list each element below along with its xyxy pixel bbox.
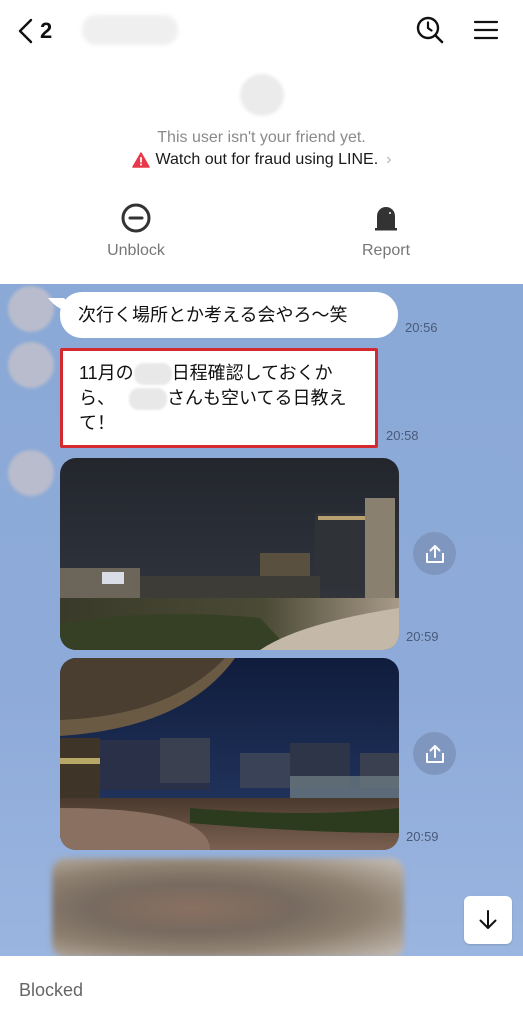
message-bubble-highlighted[interactable]: 11月の 日程確認しておくか ら、 さんも空いてる日教え て！ — [60, 348, 378, 448]
blocked-status-text: Blocked — [19, 980, 84, 1000]
message-time: 20:59 — [406, 829, 439, 844]
arrow-down-icon — [479, 910, 497, 929]
fraud-warning-link[interactable]: Watch out for fraud using LINE. › — [0, 151, 523, 169]
report-label: Report — [361, 242, 411, 259]
report-button[interactable]: Report — [326, 202, 446, 260]
message-line: ら、 さんも空いてる日教え — [79, 386, 359, 411]
redacted-text — [129, 388, 167, 411]
redacted-text — [133, 363, 172, 386]
back-button[interactable]: 2 — [16, 14, 52, 48]
chat-header: 2 — [0, 0, 523, 62]
profile-picture-redacted — [240, 74, 284, 116]
scroll-to-bottom-button[interactable] — [464, 896, 512, 944]
message-text: 11月の — [79, 363, 134, 383]
message-text: 次行く場所とか考える会やろ〜笑 — [78, 305, 348, 325]
night-rooftop-photo — [60, 458, 399, 650]
image-message[interactable] — [60, 658, 399, 850]
night-terrace-photo — [60, 658, 399, 850]
sender-avatar[interactable] — [8, 342, 54, 388]
sender-avatar[interactable] — [8, 286, 54, 332]
non-friend-info-panel: This user isn't your friend yet. Watch o… — [0, 62, 523, 284]
message-time: 20:59 — [406, 629, 439, 644]
message-line: 11月の 日程確認しておくか — [79, 361, 359, 386]
hamburger-menu-icon — [473, 20, 499, 40]
unblock-button[interactable]: Unblock — [76, 202, 196, 260]
share-icon — [425, 744, 444, 763]
message-time: 20:56 — [405, 320, 438, 335]
menu-button[interactable] — [470, 14, 502, 46]
warning-triangle-icon — [131, 152, 150, 168]
message-bubble[interactable]: 次行く場所とか考える会やろ〜笑 — [60, 292, 398, 338]
contact-name-redacted — [82, 15, 178, 45]
image-message[interactable] — [60, 458, 399, 650]
search-button[interactable] — [414, 14, 446, 46]
share-button[interactable] — [413, 532, 456, 575]
sender-avatar[interactable] — [8, 450, 54, 496]
chat-message-area[interactable]: 次行く場所とか考える会やろ〜笑 20:56 11月の 日程確認しておくか ら、 さん… — [0, 284, 523, 956]
fraud-warning-text: Watch out for fraud using LINE. — [155, 151, 379, 168]
message-time: 20:58 — [386, 428, 419, 443]
image-message-redacted[interactable] — [52, 858, 404, 956]
share-button[interactable] — [413, 732, 456, 775]
search-history-icon — [416, 16, 444, 44]
not-friend-notice: This user isn't your friend yet. — [157, 129, 366, 146]
unblock-label: Unblock — [107, 242, 165, 259]
siren-icon — [375, 207, 397, 231]
chevron-left-icon — [18, 18, 33, 44]
blocked-footer: Blocked — [0, 956, 523, 1024]
chevron-right-icon: › — [386, 151, 392, 168]
message-text: ら、 — [79, 388, 115, 409]
share-icon — [425, 544, 444, 563]
unread-count: 2 — [40, 18, 53, 43]
message-line: て！ — [79, 413, 115, 434]
minus-circle-icon — [121, 203, 151, 233]
message-text: 日程確認しておくか — [171, 363, 333, 383]
message-text: さんも空いてる日教え — [167, 388, 347, 409]
